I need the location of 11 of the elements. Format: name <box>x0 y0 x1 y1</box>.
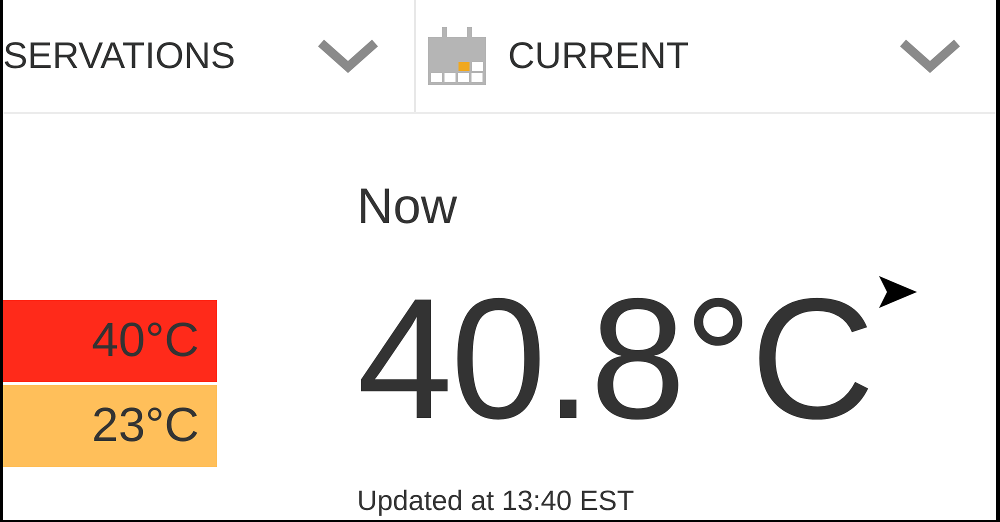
chevron-down-icon <box>899 39 961 73</box>
calendar-icon <box>428 27 486 85</box>
chevron-down-icon <box>317 39 379 73</box>
current-temperature: 40.8°C <box>357 264 873 454</box>
dropdown[interactable]: SERVATIONS <box>3 0 416 112</box>
arrow-icon <box>878 276 917 308</box>
dropdown[interactable]: CURRENT <box>416 0 996 112</box>
updated-time: Updated at 13:40 EST <box>357 484 636 518</box>
temperature-badge: 40°C <box>3 300 217 382</box>
now-heading: Now <box>357 177 458 236</box>
temperature-badge: 23°C <box>3 385 217 467</box>
